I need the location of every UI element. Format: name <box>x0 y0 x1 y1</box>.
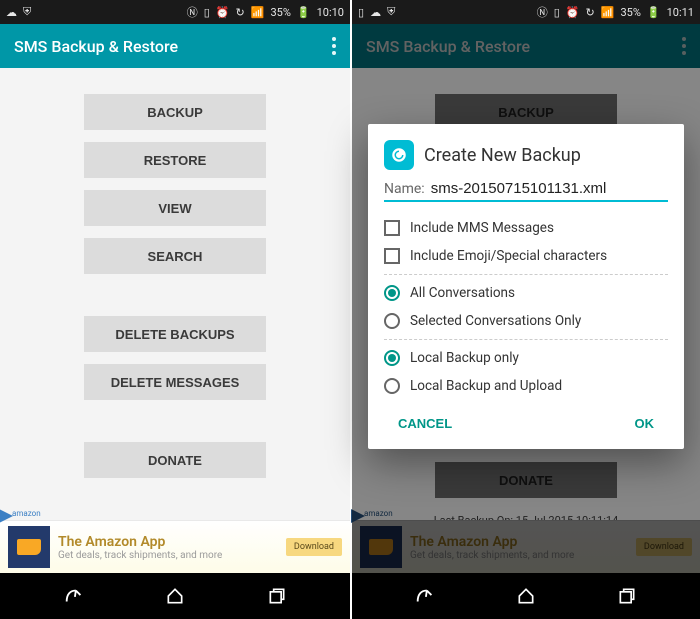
option-label: All Conversations <box>410 285 515 301</box>
ad-tag: amazon <box>12 509 41 518</box>
include-mms-checkbox[interactable]: Include MMS Messages <box>384 214 668 242</box>
ad-banner[interactable]: amazon The Amazon App Get deals, track s… <box>0 520 350 573</box>
shield-icon: ⛨ <box>387 5 395 19</box>
clock-text: 10:11 <box>667 6 694 19</box>
ad-thumbnail-icon <box>8 526 50 568</box>
home-button[interactable] <box>147 578 203 614</box>
ad-download-button[interactable]: Download <box>286 538 342 556</box>
alarm-icon: ⏰ <box>566 6 580 19</box>
donate-button[interactable]: DONATE <box>84 442 266 478</box>
search-button[interactable]: SEARCH <box>84 238 266 274</box>
dialog-title: Create New Backup <box>424 145 581 166</box>
backup-name-input[interactable] <box>431 180 668 197</box>
shield-icon: ⛨ <box>23 5 31 19</box>
sync-icon: ↻ <box>236 6 245 19</box>
recent-button[interactable] <box>249 578 305 614</box>
option-label: Selected Conversations Only <box>410 313 581 329</box>
radio-icon <box>384 285 400 301</box>
home-button[interactable] <box>498 578 554 614</box>
ok-button[interactable]: OK <box>625 410 665 437</box>
checkbox-icon <box>384 220 400 236</box>
radio-icon <box>384 313 400 329</box>
cloud-icon: ☁ <box>370 6 381 19</box>
phone-left: ☁ ⛨ Ⓝ ▯ ⏰ ↻ 📶 35% 🔋 10:10 SMS Backup & R… <box>0 0 350 619</box>
battery-icon: 🔋 <box>647 6 661 19</box>
nav-bar <box>352 573 700 619</box>
cloud-icon: ☁ <box>6 6 17 19</box>
radio-icon <box>384 378 400 394</box>
recent-button[interactable] <box>599 578 655 614</box>
signal-icon: 📶 <box>601 6 615 19</box>
all-conversations-radio[interactable]: All Conversations <box>384 279 668 307</box>
option-label: Local Backup only <box>410 350 519 366</box>
signal-icon: 📶 <box>251 6 265 19</box>
back-icon <box>63 585 85 607</box>
sync-icon: ↻ <box>586 6 595 19</box>
create-backup-dialog: Create New Backup Name: Include MMS Mess… <box>368 124 684 449</box>
status-bar: ☁ ⛨ Ⓝ ▯ ⏰ ↻ 📶 35% 🔋 10:10 <box>0 0 350 24</box>
vibrate-icon: ▯ <box>554 6 560 19</box>
nav-bar <box>0 573 350 619</box>
view-button[interactable]: VIEW <box>84 190 266 226</box>
back-icon <box>414 585 436 607</box>
home-icon <box>165 586 185 606</box>
ad-subtitle: Get deals, track shipments, and more <box>58 550 278 561</box>
local-backup-upload-radio[interactable]: Local Backup and Upload <box>384 372 668 400</box>
nfc-icon: Ⓝ <box>537 4 548 20</box>
nfc-icon: Ⓝ <box>187 4 198 20</box>
recent-icon <box>617 586 637 606</box>
checkbox-icon <box>384 248 400 264</box>
battery-text: 35% <box>620 6 640 19</box>
ad-title: The Amazon App <box>58 534 278 550</box>
delete-messages-button[interactable]: DELETE MESSAGES <box>84 364 266 400</box>
phone-right: ▯ ☁ ⛨ Ⓝ ▯ ⏰ ↻ 📶 35% 🔋 10:11 SMS Backup &… <box>350 0 700 619</box>
option-label: Include MMS Messages <box>410 220 554 236</box>
cancel-button[interactable]: CANCEL <box>388 410 462 437</box>
include-emoji-checkbox[interactable]: Include Emoji/Special characters <box>384 242 668 270</box>
back-button[interactable] <box>46 578 102 614</box>
option-label: Local Backup and Upload <box>410 378 562 394</box>
vibrate-icon: ▯ <box>204 6 210 19</box>
sms-backup-icon <box>384 140 414 170</box>
app-bar: SMS Backup & Restore <box>0 24 350 68</box>
clock-text: 10:10 <box>317 6 344 19</box>
restore-button[interactable]: RESTORE <box>84 142 266 178</box>
home-icon <box>516 586 536 606</box>
name-label: Name: <box>384 181 425 197</box>
battery-icon: 🔋 <box>297 6 311 19</box>
status-bar: ▯ ☁ ⛨ Ⓝ ▯ ⏰ ↻ 📶 35% 🔋 10:11 <box>352 0 700 24</box>
app-title: SMS Backup & Restore <box>14 37 178 56</box>
vibrate-icon: ▯ <box>358 6 364 19</box>
alarm-icon: ⏰ <box>216 6 230 19</box>
recent-icon <box>267 586 287 606</box>
option-label: Include Emoji/Special characters <box>410 248 607 264</box>
selected-conversations-radio[interactable]: Selected Conversations Only <box>384 307 668 335</box>
delete-backups-button[interactable]: DELETE BACKUPS <box>84 316 266 352</box>
back-button[interactable] <box>397 578 453 614</box>
radio-icon <box>384 350 400 366</box>
backup-button[interactable]: BACKUP <box>84 94 266 130</box>
local-backup-only-radio[interactable]: Local Backup only <box>384 344 668 372</box>
overflow-menu-icon[interactable] <box>332 37 336 55</box>
battery-text: 35% <box>270 6 290 19</box>
